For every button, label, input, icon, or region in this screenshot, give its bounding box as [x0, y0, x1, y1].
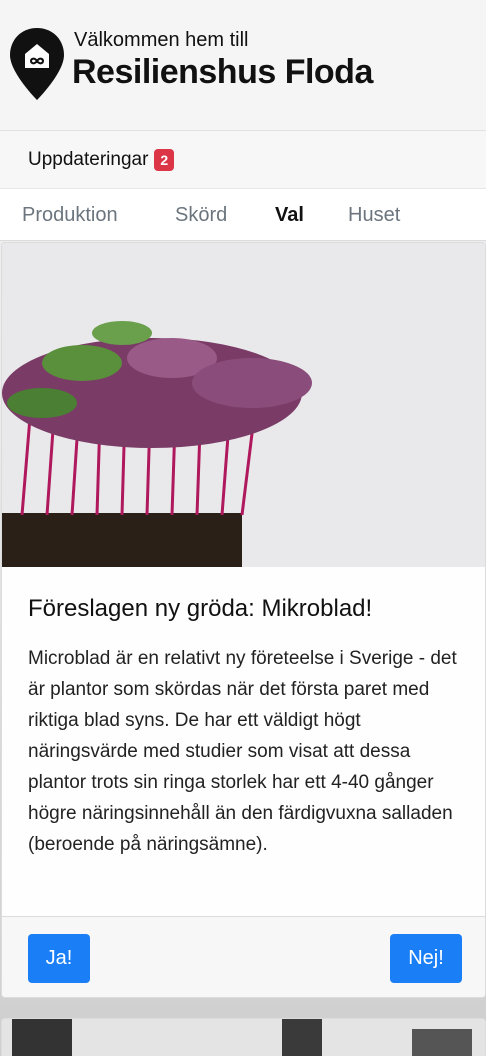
- card-footer: Ja! Nej!: [2, 916, 485, 997]
- updates-bar[interactable]: Uppdateringar 2: [0, 130, 486, 189]
- next-card-image: [2, 1019, 485, 1056]
- tab-bar: Produktion Skörd Val Huset: [0, 189, 486, 241]
- tab-skord[interactable]: Skörd: [175, 203, 227, 227]
- house-infinity-pin-icon: [10, 28, 64, 100]
- microgreens-photo: [2, 243, 485, 567]
- welcome-text: Välkommen hem till: [74, 29, 249, 51]
- no-button[interactable]: Nej!: [390, 934, 462, 983]
- proposal-card: Föreslagen ny gröda: Mikroblad! Microbla…: [1, 242, 486, 998]
- tab-produktion[interactable]: Produktion: [22, 203, 118, 227]
- tab-val[interactable]: Val: [275, 203, 304, 227]
- app-header: Välkommen hem till Resilienshus Floda: [0, 0, 486, 130]
- yes-button[interactable]: Ja!: [28, 934, 90, 983]
- updates-count-badge: 2: [154, 148, 175, 171]
- tab-huset[interactable]: Huset: [348, 203, 400, 227]
- card-body: Föreslagen ny gröda: Mikroblad! Microbla…: [28, 593, 464, 860]
- card-description: Microblad är en relativt ny företeelse i…: [28, 648, 457, 855]
- brand-title: Resilienshus Floda: [72, 53, 373, 91]
- next-card-preview: [1, 1018, 486, 1056]
- card-title: Föreslagen ny gröda: Mikroblad!: [28, 595, 373, 622]
- updates-label: Uppdateringar: [28, 148, 149, 170]
